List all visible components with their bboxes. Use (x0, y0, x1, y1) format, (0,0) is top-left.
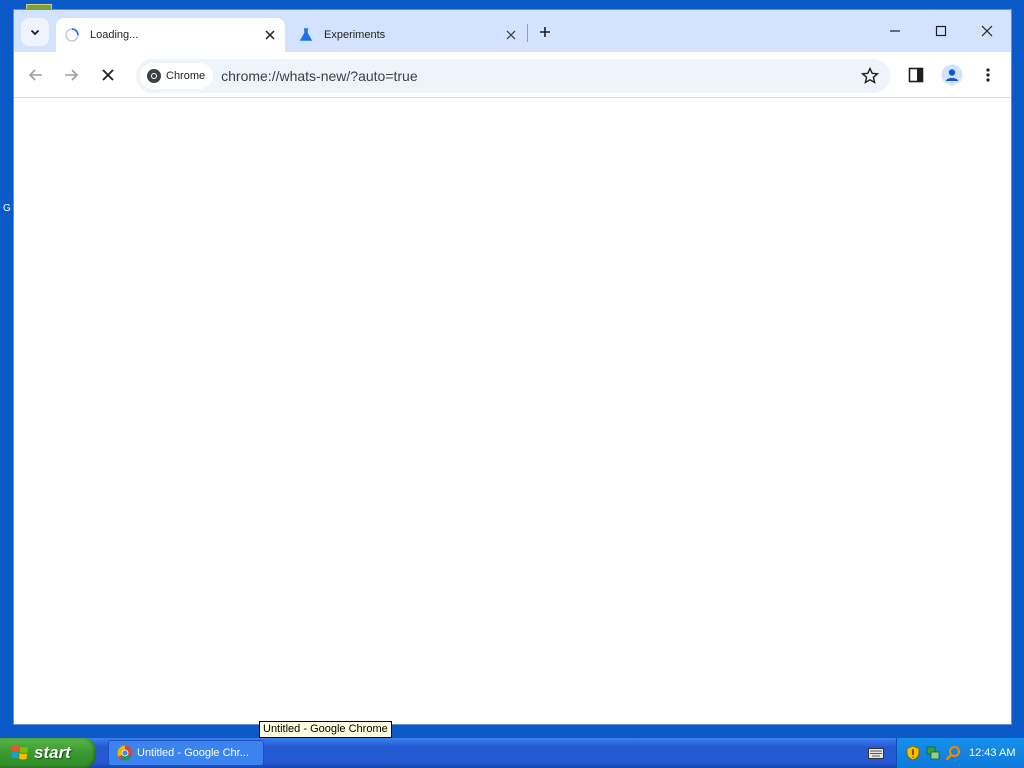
more-vertical-icon (986, 68, 990, 82)
security-shield-icon[interactable] (905, 745, 921, 761)
taskbar-button-label: Untitled - Google Chr... (137, 747, 249, 759)
taskbar-chrome-button[interactable]: Untitled - Google Chr... (108, 740, 264, 766)
chrome-logo-icon (147, 69, 161, 83)
back-button[interactable] (22, 61, 50, 89)
close-icon (102, 69, 114, 81)
tab-separator (527, 24, 528, 42)
tab-close-button[interactable] (502, 26, 520, 44)
close-icon (506, 30, 516, 40)
page-content[interactable] (14, 98, 1011, 724)
url-text[interactable]: chrome://whats-new/?auto=true (221, 68, 418, 84)
maximize-icon (935, 25, 947, 37)
maximize-button[interactable] (918, 18, 964, 44)
chevron-down-icon (30, 29, 40, 36)
arrow-right-icon (65, 69, 79, 81)
system-tray: 12:43 AM (896, 738, 1024, 768)
avatar-icon (941, 64, 963, 86)
minimize-button[interactable] (872, 18, 918, 44)
chip-label: Chrome (166, 70, 206, 82)
chrome-window: Loading... Experiments Chrome chrome://w… (13, 9, 1012, 725)
start-label: start (34, 743, 71, 762)
network-icon[interactable] (925, 745, 941, 761)
menu-button[interactable] (974, 61, 1002, 89)
tab-title: Experiments (324, 29, 386, 41)
spinner-icon (64, 27, 80, 43)
address-bar[interactable]: Chrome chrome://whats-new/?auto=true (136, 59, 890, 93)
toolbar: Chrome chrome://whats-new/?auto=true (14, 52, 1011, 98)
bookmark-button[interactable] (860, 66, 880, 86)
search-icon[interactable] (945, 745, 961, 761)
star-icon (861, 67, 879, 84)
start-button[interactable]: start (0, 738, 96, 768)
forward-button[interactable] (57, 61, 85, 89)
taskbar-tooltip: Untitled - Google Chrome (259, 721, 392, 738)
clock[interactable]: 12:43 AM (969, 747, 1015, 759)
stop-loading-button[interactable] (94, 61, 122, 89)
tab-title: Loading... (90, 29, 139, 41)
side-panel-button[interactable] (902, 61, 930, 89)
taskbar: start Untitled - Google Chr... 12:43 AM (0, 738, 1024, 768)
chrome-logo-icon (117, 745, 133, 761)
tab-loading[interactable]: Loading... (56, 18, 285, 52)
profile-button[interactable] (938, 61, 966, 89)
desktop-edge-letter: G (3, 203, 11, 214)
tab-close-button[interactable] (261, 26, 279, 44)
tab-experiments[interactable]: Experiments (290, 18, 526, 52)
close-window-button[interactable] (964, 18, 1010, 44)
keyboard-icon[interactable] (868, 746, 884, 760)
new-tab-button[interactable] (533, 20, 557, 44)
close-icon (265, 30, 275, 40)
site-info-chip[interactable]: Chrome (140, 63, 214, 89)
tab-strip: Loading... Experiments (14, 10, 1011, 52)
arrow-left-icon (28, 69, 42, 81)
windows-logo-icon (11, 745, 28, 760)
close-icon (981, 25, 993, 37)
tab-search-button[interactable] (21, 18, 49, 46)
flask-icon (298, 27, 314, 43)
plus-icon (540, 27, 550, 37)
side-panel-icon (908, 67, 924, 83)
minimize-icon (890, 30, 900, 32)
